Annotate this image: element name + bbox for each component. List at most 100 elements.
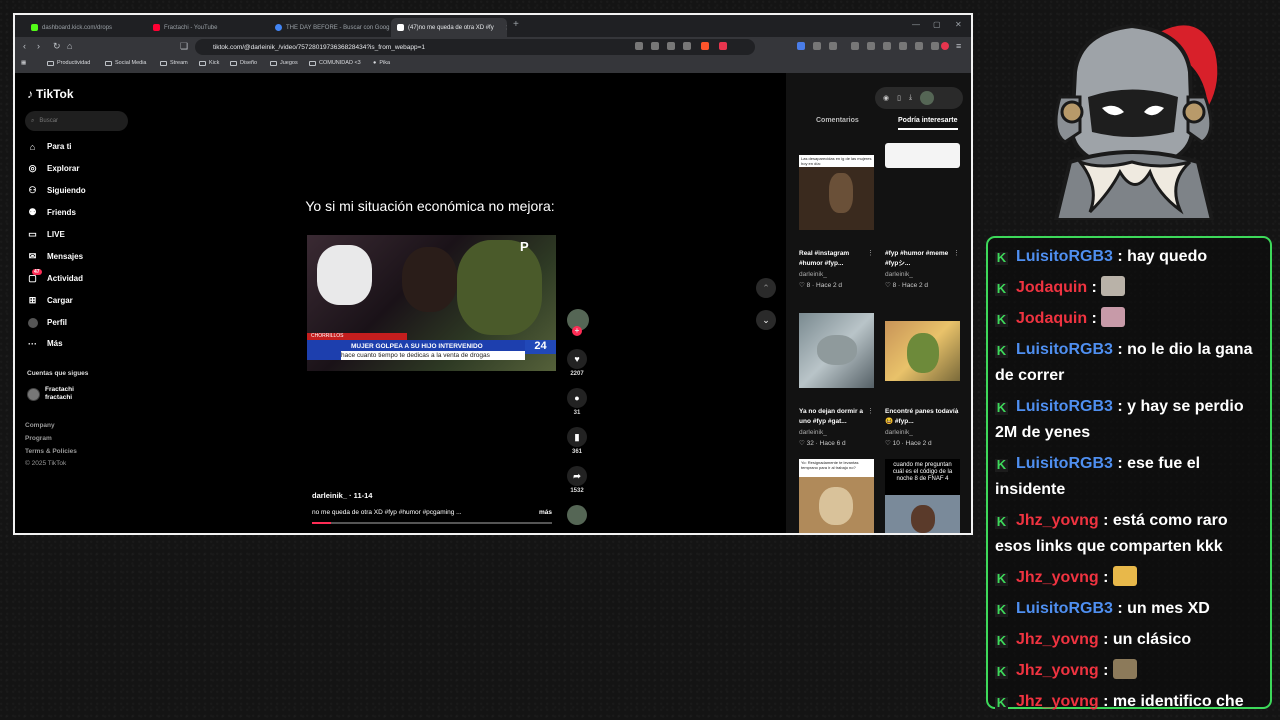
author-avatar[interactable]: +	[567, 309, 589, 336]
bookmark-folder[interactable]: Kick	[199, 60, 219, 66]
browser-tab[interactable]: Fractachi - YouTube	[147, 18, 269, 37]
bookmark-folder[interactable]: Diseño	[230, 60, 257, 66]
suggestion-thumbnail[interactable]: Las desaparecidas en ig de las mujeres h…	[799, 155, 874, 230]
extension-icon[interactable]	[813, 42, 821, 50]
new-tab-button[interactable]: +	[513, 19, 519, 30]
footer-link[interactable]: Program	[25, 435, 52, 442]
bookmark-link[interactable]: ● Pika	[373, 60, 390, 66]
nav-item-friends[interactable]: ⚉ Friends	[27, 207, 75, 218]
suggestion-title[interactable]: Ya no dejan dormir a uno #fyp #gat...	[799, 407, 874, 427]
browser-tab[interactable]: THE DAY BEFORE - Buscar con Goog	[269, 18, 391, 37]
download-icon[interactable]: ⤓	[909, 94, 912, 102]
extension-icon[interactable]	[667, 42, 675, 50]
nav-item-perfil[interactable]: Perfil	[27, 317, 67, 328]
extension-icon[interactable]	[797, 42, 805, 50]
chat-username[interactable]: LuisitoRGB3	[1016, 398, 1113, 415]
save-button[interactable]: ▮ 361	[567, 427, 587, 455]
back-icon[interactable]: ‹	[23, 41, 26, 51]
following-account[interactable]: Fractachi fractachi	[27, 386, 74, 402]
extension-icon[interactable]	[915, 42, 923, 50]
chat-username[interactable]: LuisitoRGB3	[1016, 600, 1113, 617]
media-icon[interactable]	[867, 42, 875, 50]
chat-username[interactable]: Jodaquin	[1016, 279, 1087, 296]
chat-username[interactable]: Jhz_yovng	[1016, 693, 1099, 710]
chat-username[interactable]: LuisitoRGB3	[1016, 248, 1113, 265]
close-window-icon[interactable]: ✕	[955, 20, 962, 29]
suggestion-thumbnail[interactable]	[799, 313, 874, 388]
download-icon[interactable]	[851, 42, 859, 50]
extension-icon[interactable]	[829, 42, 837, 50]
more-options-icon[interactable]: ⋮	[867, 407, 874, 415]
extension-icon[interactable]	[883, 42, 891, 50]
like-button[interactable]: ♥ 2207	[567, 349, 587, 377]
close-tab-icon[interactable]: ✕	[506, 24, 507, 32]
suggestion-thumbnail[interactable]: Yo: Resignadamente te levantas temprano …	[799, 459, 874, 533]
tiktok-logo[interactable]: ♪ TikTok	[27, 87, 74, 101]
bookmark-folder[interactable]: Stream	[160, 60, 188, 66]
browser-tab-active[interactable]: (47)no me queda de otra XD #fy✕	[391, 18, 507, 37]
chat-username[interactable]: Jhz_yovng	[1016, 569, 1099, 586]
more-link[interactable]: más	[539, 509, 552, 516]
nav-item-mas[interactable]: ··· Más	[27, 338, 63, 349]
nav-item-mensajes[interactable]: ✉ Mensajes	[27, 251, 83, 262]
home-page-icon[interactable]: ⌂	[67, 41, 72, 51]
video-progress-bar[interactable]	[312, 522, 552, 524]
bookmark-folder[interactable]: Juegos	[270, 60, 298, 66]
profile-avatar-icon[interactable]	[941, 42, 949, 50]
maximize-icon[interactable]: ▢	[933, 20, 941, 29]
bookmark-folder[interactable]: COMUNIDAD <3	[309, 60, 361, 66]
tab-podria-interesarte[interactable]: Podría interesarte	[898, 117, 958, 130]
brave-rewards-icon[interactable]	[719, 42, 727, 50]
forward-icon[interactable]: ›	[37, 41, 40, 51]
suggestion-thumbnail[interactable]: cuando me preguntan cuál es el código de…	[885, 459, 960, 533]
bookmark-folder[interactable]: Social Media	[105, 60, 147, 66]
tab-comentarios[interactable]: Comentarios	[816, 117, 859, 124]
menu-icon[interactable]: ≡	[956, 41, 961, 51]
vpn-icon[interactable]	[931, 42, 939, 50]
nav-item-siguiendo[interactable]: ⚇ Siguiendo	[27, 185, 85, 196]
nav-item-actividad[interactable]: ▢ 47 Actividad	[27, 269, 83, 284]
device-icon[interactable]: ▯	[897, 94, 901, 102]
suggestion-thumbnail[interactable]	[885, 321, 960, 381]
extension-icon[interactable]	[899, 42, 907, 50]
footer-link[interactable]: Company	[25, 422, 55, 429]
suggestion-title[interactable]: #fyp #humor #meme #fypシ...	[885, 249, 960, 269]
extension-icon[interactable]	[651, 42, 659, 50]
extension-icon[interactable]	[635, 42, 643, 50]
bookmark-folder[interactable]: Productividad	[47, 60, 90, 66]
apps-grid-icon[interactable]: ▦	[21, 60, 26, 66]
comment-button[interactable]: ● 31	[567, 388, 587, 416]
video-author[interactable]: darleinik_ · 11-14	[312, 491, 372, 500]
video-player[interactable]: P CHORRILLOS MUJER GOLPEA A SU HIJO INTE…	[307, 235, 556, 371]
nav-item-para-ti[interactable]: ⌂ Para ti	[27, 141, 72, 152]
nav-item-cargar[interactable]: ⊞ Cargar	[27, 295, 73, 306]
share-button[interactable]: ➦ 1532	[567, 466, 587, 494]
chat-username[interactable]: LuisitoRGB3	[1016, 455, 1113, 472]
chat-username[interactable]: Jhz_yovng	[1016, 631, 1099, 648]
more-options-icon[interactable]: ⋮	[953, 249, 960, 257]
footer-link[interactable]: Terms & Policies	[25, 448, 77, 455]
previous-video-button[interactable]: ⌃	[756, 278, 776, 298]
more-options-icon[interactable]: ⋮	[953, 407, 960, 415]
bookmark-page-icon[interactable]: ❏	[180, 41, 188, 52]
chat-username[interactable]: Jhz_yovng	[1016, 512, 1099, 529]
autoscroll-icon[interactable]: ◉	[883, 94, 889, 102]
suggestion-title[interactable]: Encontré panes todavía 😆 #fyp...	[885, 407, 960, 427]
chat-username[interactable]: Jhz_yovng	[1016, 662, 1099, 679]
suggestion-title[interactable]: Real #instagram #humor #fyp...	[799, 249, 874, 269]
nav-item-explorar[interactable]: ◎ Explorar	[27, 163, 80, 174]
chat-username[interactable]: Jodaquin	[1016, 310, 1087, 327]
suggestion-thumbnail[interactable]	[885, 143, 960, 168]
chat-username[interactable]: LuisitoRGB3	[1016, 341, 1113, 358]
nav-item-live[interactable]: ▭ LIVE	[27, 229, 65, 240]
search-input[interactable]: ⌕ Buscar	[25, 111, 128, 131]
user-avatar[interactable]	[920, 91, 935, 105]
more-options-icon[interactable]: ⋮	[867, 249, 874, 257]
minimize-icon[interactable]: —	[912, 20, 920, 29]
follow-plus-icon[interactable]: +	[572, 326, 582, 336]
browser-tab[interactable]: dashboard.kick.com/drops	[25, 18, 147, 37]
extension-icon[interactable]	[683, 42, 691, 50]
reload-icon[interactable]: ↻	[53, 41, 61, 52]
next-video-button[interactable]: ⌄	[756, 310, 776, 330]
sound-avatar[interactable]	[567, 505, 587, 527]
